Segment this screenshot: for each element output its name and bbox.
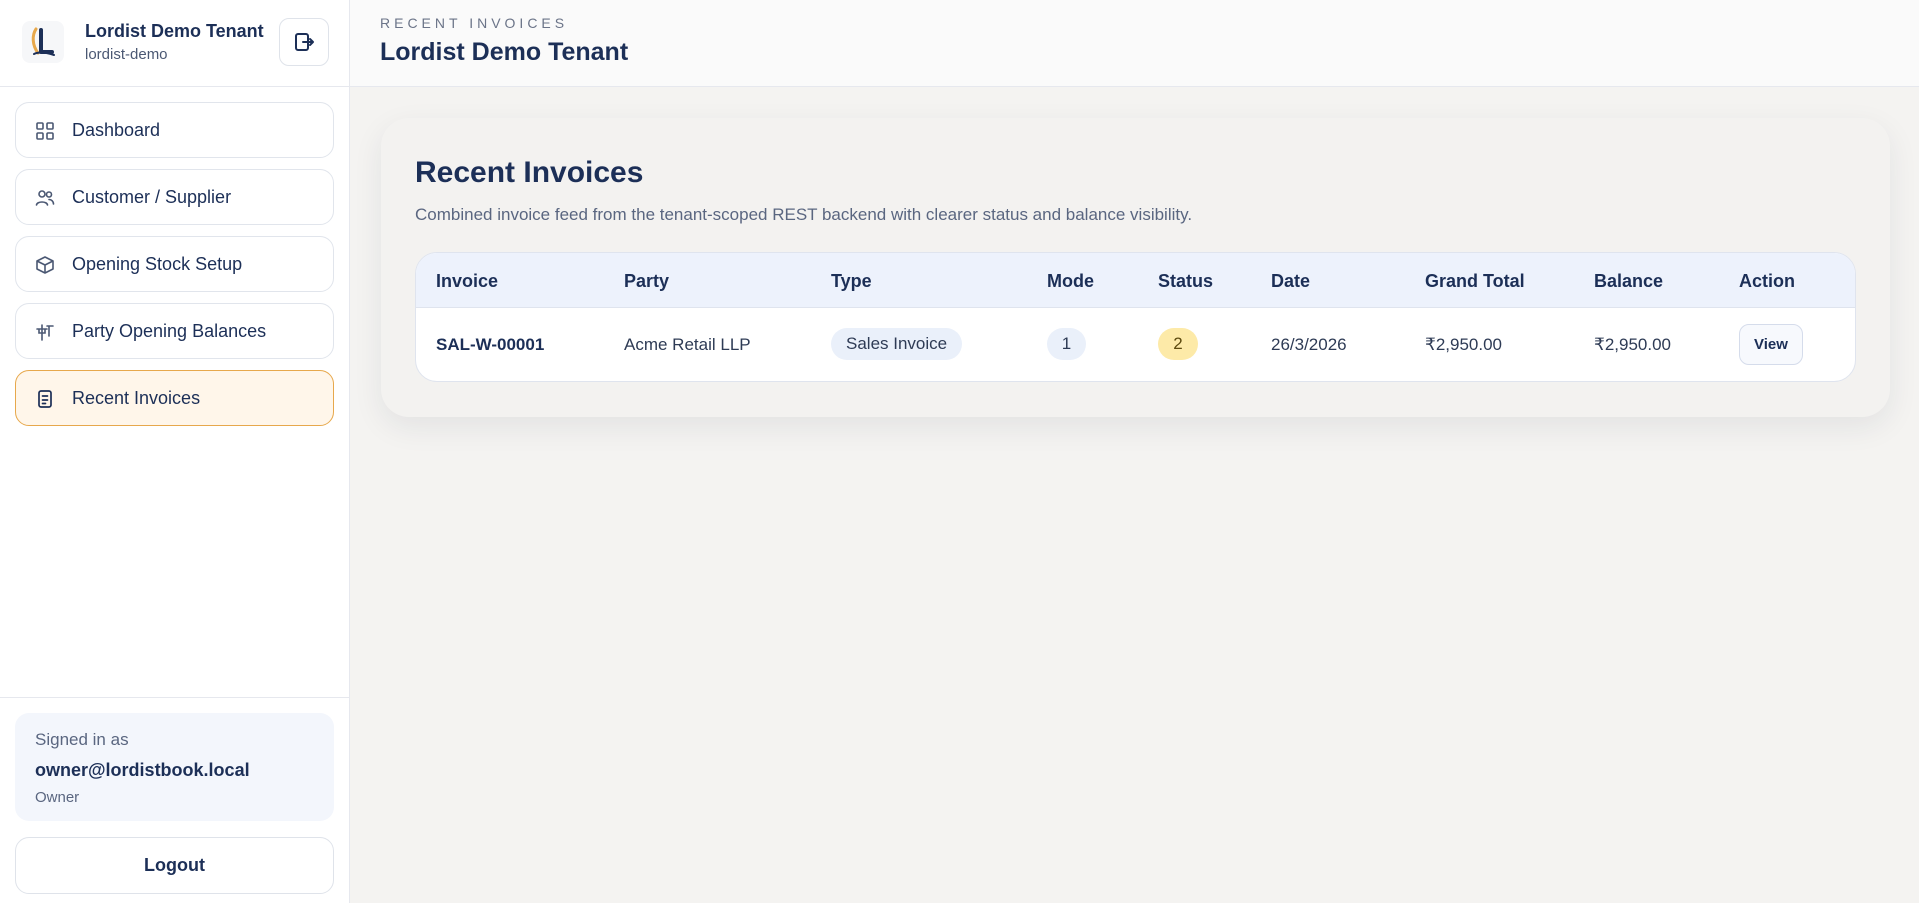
page-title: Lordist Demo Tenant (380, 38, 629, 66)
sidebar-item-label: Customer / Supplier (72, 187, 232, 207)
sidebar-divider (0, 697, 349, 698)
signed-in-label: Signed in as (35, 730, 129, 749)
table-header: Invoice Party Type Mode Status Date Gran… (416, 253, 1855, 308)
column-header: Status (1158, 271, 1214, 291)
invoices-table: Invoice Party Type Mode Status Date Gran… (415, 252, 1856, 382)
sidebar-item-opening-stock-setup[interactable]: Opening Stock Setup (15, 236, 334, 292)
sidebar-item-label: Recent Invoices (72, 388, 201, 408)
brand-name: Lordist Demo Tenant (85, 21, 264, 41)
column-header: Invoice (436, 271, 499, 291)
sidebar-item-recent-invoices[interactable]: Recent Invoices (15, 370, 334, 426)
invoice-type-badge: Sales Invoice (831, 328, 963, 360)
column-header: Party (624, 271, 670, 291)
sidebar-item-dashboard[interactable]: Dashboard (15, 102, 334, 158)
page-eyebrow: RECENT INVOICES (380, 15, 569, 31)
column-header: Type (831, 271, 872, 291)
sidebar-collapse-button[interactable] (279, 18, 329, 66)
grand-total: ₹2,950.00 (1425, 335, 1502, 354)
logout-button[interactable]: Logout (15, 837, 334, 894)
column-header: Balance (1594, 271, 1664, 291)
panel-exit-icon (295, 33, 314, 51)
brand-header: Lordist Demo Tenant lordist-demo (0, 0, 349, 87)
table-row[interactable]: SAL-W-00001 Acme Retail LLP Sales Invoic… (416, 308, 1855, 381)
grid-icon (34, 120, 56, 142)
recent-invoices-card: Recent Invoices Combined invoice feed fr… (381, 118, 1890, 417)
invoice-date: 26/3/2026 (1271, 335, 1347, 354)
user-role: Owner (35, 789, 80, 806)
box-icon (34, 254, 56, 276)
mode-badge: 1 (1047, 328, 1086, 360)
receipt-icon (34, 388, 56, 410)
status-badge: 2 (1158, 328, 1198, 360)
column-header: Grand Total (1425, 271, 1525, 291)
balance: ₹2,950.00 (1594, 335, 1671, 354)
view-button[interactable]: View (1739, 324, 1803, 365)
brand-logo-icon (22, 21, 64, 63)
sidebar-item-party-opening-balances[interactable]: Party Opening Balances (15, 303, 334, 359)
scale-icon (34, 321, 56, 343)
signed-in-card: Signed in as owner@lordistbook.local Own… (15, 713, 334, 821)
users-icon (34, 187, 56, 209)
user-email: owner@lordistbook.local (35, 760, 250, 780)
invoice-number: SAL-W-00001 (436, 335, 545, 354)
sidebar: Lordist Demo Tenant lordist-demo Dashboa… (0, 0, 350, 903)
sidebar-item-label: Dashboard (72, 120, 161, 140)
column-header: Date (1271, 271, 1311, 291)
sidebar-item-label: Opening Stock Setup (72, 254, 243, 274)
card-title: Recent Invoices (415, 156, 644, 189)
column-header: Action (1739, 271, 1795, 291)
sidebar-item-label: Party Opening Balances (72, 321, 267, 341)
sidebar-item-customer-supplier[interactable]: Customer / Supplier (15, 169, 334, 225)
brand-slug: lordist-demo (85, 46, 168, 63)
card-description: Combined invoice feed from the tenant-sc… (415, 205, 1193, 224)
column-header: Mode (1047, 271, 1094, 291)
page-header: RECENT INVOICES Lordist Demo Tenant (350, 0, 1919, 87)
party-name: Acme Retail LLP (624, 335, 751, 354)
